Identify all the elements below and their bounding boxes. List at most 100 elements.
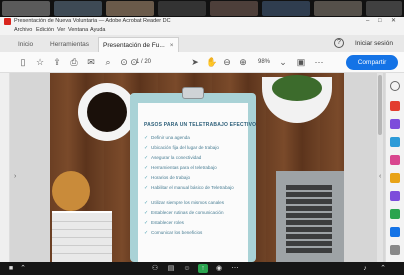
comment-icon[interactable]	[390, 155, 400, 165]
checklist-item: ✓ Ubicación fija del lugar de trabajo	[144, 145, 219, 151]
create-file-icon[interactable]: ▯	[18, 57, 28, 67]
minimize-button[interactable]: –	[366, 17, 369, 26]
page-total: / 20	[141, 59, 152, 65]
hand-tool-icon[interactable]: ✋	[206, 57, 217, 67]
page-number-input[interactable]: 1	[136, 59, 139, 65]
vertical-scrollbar[interactable]	[377, 73, 383, 262]
participant-thumbnail[interactable]	[158, 1, 206, 16]
microphone-icon[interactable]: ♪	[360, 264, 370, 273]
sign-in-link[interactable]: Iniciar sesión	[355, 35, 393, 52]
protect-icon[interactable]	[390, 209, 400, 219]
close-window-button[interactable]: ✕	[391, 17, 396, 26]
previous-page-icon[interactable]: ⊙	[119, 57, 129, 67]
checklist-item: ✓ Comunicar los beneficios	[144, 230, 203, 236]
chat-icon[interactable]: ▤	[166, 264, 176, 273]
tab-herramientas[interactable]: Herramientas	[46, 37, 93, 52]
coffee-mug-image	[78, 83, 136, 141]
checklist-item-text: Establecer rutinas de comunicación	[151, 210, 224, 215]
pdf-page: PASOS PARA UN TELETRABAJO EFECTIVO ✓ Defi…	[50, 73, 344, 262]
checklist-item-text: Herramientas para el teletrabajo	[151, 165, 217, 170]
expand-left-panel-icon[interactable]: ›	[14, 172, 20, 182]
scrollbar-thumb[interactable]	[378, 75, 382, 135]
tab-inicio[interactable]: Inicio	[14, 37, 37, 52]
search-icon[interactable]: ⌕	[103, 57, 113, 67]
reactions-icon[interactable]: ☺	[182, 264, 192, 273]
croissant-image	[52, 171, 90, 211]
tab-label: Presentación de Fu...	[103, 42, 165, 49]
search-tool-icon[interactable]	[390, 81, 400, 91]
chevron-up-icon[interactable]: ⌃	[18, 264, 28, 273]
checklist-item-text: Ubicación fija del lugar de trabajo	[151, 145, 219, 150]
menu-item-edicion[interactable]: Edición	[36, 26, 54, 35]
chevron-down-icon[interactable]: ⌄	[278, 57, 288, 67]
record-icon[interactable]: ◉	[214, 264, 224, 273]
tab-document[interactable]: Presentación de Fu... ×	[98, 37, 179, 52]
upload-icon[interactable]: ⇪	[52, 57, 62, 67]
menu-item-ver[interactable]: Ver	[57, 26, 65, 35]
papers-stack-image	[52, 211, 112, 262]
checklist-item: ✓ Definir una agenda	[144, 135, 190, 141]
organize-pages-icon[interactable]	[390, 191, 400, 201]
fill-sign-icon[interactable]	[390, 173, 400, 183]
select-cursor-icon[interactable]: ➤	[190, 57, 200, 67]
help-icon[interactable]: ?	[334, 38, 344, 48]
menu-item-ayuda[interactable]: Ayuda	[90, 26, 106, 35]
participant-thumbnail[interactable]	[262, 1, 310, 16]
bookmark-star-icon[interactable]: ☆	[35, 57, 45, 67]
close-tab-icon[interactable]: ×	[170, 42, 174, 49]
zoom-in-icon[interactable]: ⊕	[238, 57, 248, 67]
maximize-button[interactable]: □	[378, 17, 382, 26]
participant-thumbnail[interactable]	[54, 1, 102, 16]
meeting-controls-bar: ■ ⌃ ⚇ ▤ ☺ ↑ ◉ ⋯ ♪ ⌃	[0, 262, 404, 275]
keyboard-image	[286, 183, 332, 253]
right-tools-panel	[385, 73, 404, 262]
share-button[interactable]: Compartir	[346, 55, 398, 70]
camera-icon[interactable]: ■	[6, 264, 16, 273]
page-indicator[interactable]: 1 / 20	[136, 57, 151, 67]
checklist-item-text: Asegurar la conectividad	[151, 155, 202, 160]
edit-pdf-icon[interactable]	[390, 119, 400, 129]
participant-thumbnail[interactable]	[210, 1, 258, 16]
participants-icon[interactable]: ⚇	[150, 264, 160, 273]
screen: Presentación de Nueva Voluntaria — Adobe…	[0, 0, 404, 275]
plant-pot-image	[262, 75, 332, 123]
more-options-icon[interactable]: ⋯	[314, 57, 324, 67]
page-fit-icon[interactable]: ▣	[296, 57, 306, 67]
print-icon[interactable]: ⎙	[69, 57, 79, 67]
acrobat-app-icon	[4, 18, 11, 25]
more-icon[interactable]: ⋯	[230, 264, 240, 273]
left-panel-gutter	[0, 73, 10, 262]
participant-thumbnail[interactable]	[314, 1, 362, 16]
zoom-out-icon[interactable]: ⊖	[222, 57, 232, 67]
participant-thumbnail[interactable]	[106, 1, 154, 16]
menu-bar: Archivo Edición Ver Ventana Ayuda	[0, 26, 404, 35]
share-screen-icon[interactable]: ↑	[198, 264, 208, 273]
email-icon[interactable]: ✉	[86, 57, 96, 67]
menu-item-archivo[interactable]: Archivo	[14, 26, 32, 35]
send-for-signature-icon[interactable]	[390, 227, 400, 237]
participant-thumbnail[interactable]	[366, 1, 402, 16]
more-tools-icon[interactable]	[390, 245, 400, 255]
participant-thumbnail[interactable]	[2, 1, 50, 16]
toolbar: ▯ ☆ ⇪ ⎙ ✉ ⌕ ⊙ ⊙ 1 / 20 ➤ ✋ ⊖ ⊕ 98% ⌄ ▣ ⋯	[0, 52, 404, 73]
zoom-level-select[interactable]: 98%	[258, 57, 270, 67]
window-title: Presentación de Nueva Voluntaria — Adobe…	[14, 18, 171, 24]
checklist-item-text: Comunicar los beneficios	[151, 230, 203, 235]
create-pdf-icon[interactable]	[390, 137, 400, 147]
chevron-up-icon[interactable]: ⌃	[378, 264, 388, 273]
menu-item-ventana[interactable]: Ventana	[68, 26, 88, 35]
checklist-item: ✓ Horarios de trabajo	[144, 175, 191, 181]
checklist-item: ✓ Utilizar siempre los mismos canales	[144, 200, 225, 206]
window-title-bar: Presentación de Nueva Voluntaria — Adobe…	[0, 17, 404, 26]
checklist-item-text: Utilizar siempre los mismos canales	[151, 200, 225, 205]
share-label: Compartir	[357, 59, 387, 66]
tab-label: Herramientas	[50, 41, 90, 48]
checklist-title: PASOS PARA UN TELETRABAJO EFECTIVO	[144, 122, 257, 128]
checklist-item-text: Habilitar el manual básico de Teletrabaj…	[151, 185, 234, 190]
checklist-item: ✓ Establecer roles	[144, 220, 184, 226]
export-pdf-icon[interactable]	[390, 101, 400, 111]
clipboard-clip-image	[182, 87, 204, 99]
checklist-item-text: Establecer roles	[151, 220, 184, 225]
checklist-item: ✓ Herramientas para el teletrabajo	[144, 165, 217, 171]
checklist-item: ✓ Establecer rutinas de comunicación	[144, 210, 224, 216]
